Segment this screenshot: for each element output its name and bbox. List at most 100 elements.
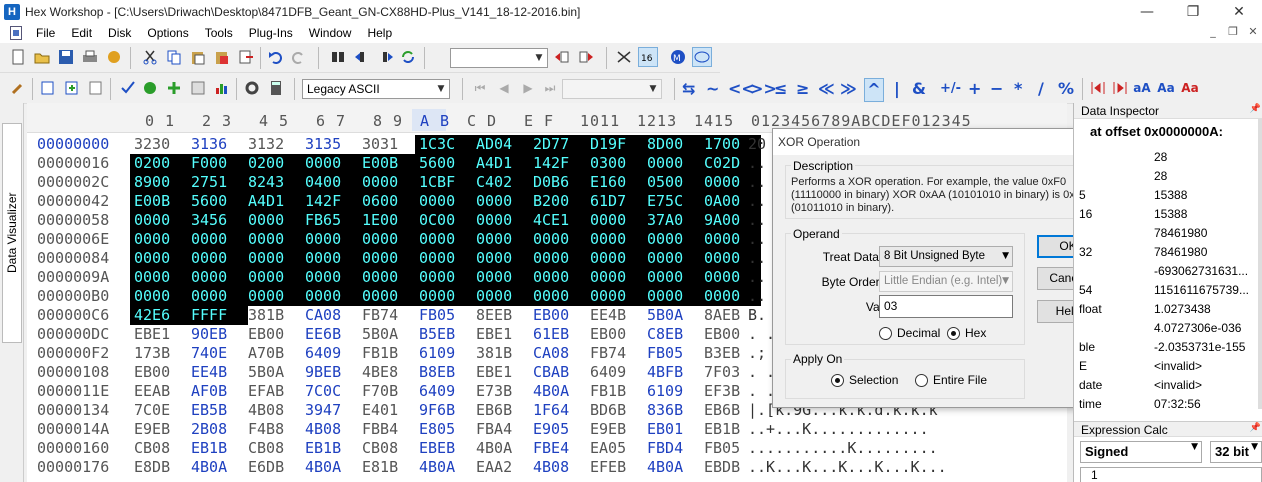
hex-word[interactable]: C8EB <box>647 325 704 344</box>
inspector-row[interactable]: time 07:32:56 <box>1074 395 1259 414</box>
inspector-row[interactable]: 5 15388 <box>1074 186 1259 205</box>
hex-word[interactable]: 381B <box>248 306 305 325</box>
hex-word[interactable]: 0000 <box>305 249 362 268</box>
hex-word[interactable]: 0000 <box>419 230 476 249</box>
prev-record-icon[interactable]: ◀ <box>494 78 514 98</box>
op-and[interactable]: & <box>912 78 926 100</box>
hex-word[interactable]: 0000 <box>476 211 533 230</box>
checksum-icon[interactable] <box>118 78 138 98</box>
hex-word[interactable]: 5600 <box>419 154 476 173</box>
hex-word[interactable]: 90EB <box>191 325 248 344</box>
hex-word[interactable]: 5B0A <box>248 363 305 382</box>
tab-data-visualizer[interactable]: Data Visualizer <box>2 123 22 343</box>
hex-word[interactable]: 0000 <box>362 268 419 287</box>
hex-word[interactable]: E401 <box>362 401 419 420</box>
hex-word[interactable]: 7C0E <box>134 401 191 420</box>
hex-word[interactable]: 4BE8 <box>362 363 419 382</box>
hex-word[interactable]: 1C3C <box>419 135 476 154</box>
hex-word[interactable]: 173B <box>134 344 191 363</box>
hex-word[interactable]: 4B0A <box>533 382 590 401</box>
hex-word[interactable]: 0000 <box>590 211 647 230</box>
hex-word[interactable]: 0000 <box>533 249 590 268</box>
copy-icon[interactable] <box>164 47 184 67</box>
hex-word[interactable]: 4B0A <box>647 458 704 477</box>
hex-word[interactable]: 0000 <box>419 287 476 306</box>
hex-word[interactable]: 1CBF <box>419 173 476 192</box>
inspector-row[interactable]: ble -2.0353731e-155 <box>1074 338 1259 357</box>
calculator-icon[interactable] <box>266 78 286 98</box>
new-icon[interactable] <box>8 47 28 67</box>
hex-word[interactable]: FB1B <box>362 344 419 363</box>
hex-word[interactable]: EB5B <box>191 401 248 420</box>
hex-word[interactable]: 8243 <box>248 173 305 192</box>
hex-word[interactable]: 6409 <box>590 363 647 382</box>
hex-word[interactable]: FFFF <box>191 306 248 325</box>
close-button[interactable]: ✕ <box>1216 0 1262 23</box>
hex-word[interactable]: A70B <box>248 344 305 363</box>
hex-word[interactable]: 0400 <box>305 173 362 192</box>
hex-word[interactable]: 381B <box>476 344 533 363</box>
hex-word[interactable]: 4B08 <box>248 401 305 420</box>
hex-word[interactable]: 0000 <box>134 211 191 230</box>
bookmark-add-icon[interactable] <box>62 78 82 98</box>
inspector-row[interactable]: 54 1151611675739... <box>1074 281 1259 300</box>
op-or[interactable]: | <box>894 78 900 100</box>
pin-icon[interactable]: 📌 <box>1250 104 1261 114</box>
menu-window[interactable]: Window <box>301 23 360 43</box>
hex-word[interactable]: FBB4 <box>362 420 419 439</box>
hex-word[interactable]: 0000 <box>191 268 248 287</box>
base-convert-icon[interactable] <box>188 78 208 98</box>
hex-word[interactable]: F000 <box>191 154 248 173</box>
inspector-row[interactable]: 78461980 <box>1074 224 1259 243</box>
hex-word[interactable]: 0000 <box>476 268 533 287</box>
mdi-restore-icon[interactable]: ❐ <box>1224 25 1242 41</box>
hex-word[interactable]: 0000 <box>647 268 704 287</box>
hex-word[interactable]: 0000 <box>191 230 248 249</box>
hex-word[interactable]: CB08 <box>248 439 305 458</box>
encoding-select[interactable]: Legacy ASCII ▼ <box>302 79 450 99</box>
hex-word[interactable]: CB08 <box>134 439 191 458</box>
hex-word[interactable]: AF0B <box>191 382 248 401</box>
op-rotate-left[interactable]: ≤ <box>774 78 787 100</box>
hex-word[interactable]: 8900 <box>134 173 191 192</box>
hex-word[interactable]: EAA2 <box>476 458 533 477</box>
paste-icon[interactable] <box>188 47 208 67</box>
hex-word[interactable]: E00B <box>134 192 191 211</box>
hex-word[interactable]: 142F <box>305 192 362 211</box>
inspector-row[interactable]: E <invalid> <box>1074 357 1259 376</box>
hex-word[interactable]: 1F64 <box>533 401 590 420</box>
expression-input[interactable]: 1 <box>1080 467 1262 482</box>
hex-word[interactable]: B200 <box>533 192 590 211</box>
inspector-row[interactable]: 16 15388 <box>1074 205 1259 224</box>
inspector-row[interactable]: date <invalid> <box>1074 376 1259 395</box>
hex-word[interactable]: 0000 <box>476 287 533 306</box>
hex-word[interactable]: 3456 <box>191 211 248 230</box>
hex-word[interactable]: E8DB <box>134 458 191 477</box>
mdi-minimize-icon[interactable]: _ <box>1204 25 1222 41</box>
hex-word[interactable]: 0000 <box>590 287 647 306</box>
hex-word[interactable]: FB74 <box>362 306 419 325</box>
inspector-row[interactable]: 4.0727306e-036 <box>1074 319 1259 338</box>
hex-word[interactable]: EB00 <box>533 306 590 325</box>
radio-entire-file[interactable]: Entire File <box>915 373 987 387</box>
hex-word[interactable]: 4B08 <box>533 458 590 477</box>
menu-file[interactable]: File <box>28 23 63 43</box>
menu-options[interactable]: Options <box>139 23 196 43</box>
hex-word[interactable]: 0600 <box>362 192 419 211</box>
hex-word[interactable]: 0000 <box>476 249 533 268</box>
hex-word[interactable]: 3230 <box>134 135 191 154</box>
radio-hex[interactable]: Hex <box>947 326 986 340</box>
hex-word[interactable]: 4CE1 <box>533 211 590 230</box>
cut-icon[interactable] <box>140 47 160 67</box>
hex-word[interactable]: 0500 <box>647 173 704 192</box>
hex-word[interactable]: 3031 <box>362 135 419 154</box>
hex-word[interactable]: EBE1 <box>476 325 533 344</box>
hex-word[interactable]: EFAB <box>248 382 305 401</box>
hex-word[interactable]: D19F <box>590 135 647 154</box>
hex-word[interactable]: 0000 <box>590 268 647 287</box>
hex-word[interactable]: 4BFB <box>647 363 704 382</box>
hex-word[interactable]: 0000 <box>134 249 191 268</box>
hex-word[interactable]: 0000 <box>305 230 362 249</box>
hex-word[interactable]: 5600 <box>191 192 248 211</box>
hex-word[interactable]: 3132 <box>248 135 305 154</box>
